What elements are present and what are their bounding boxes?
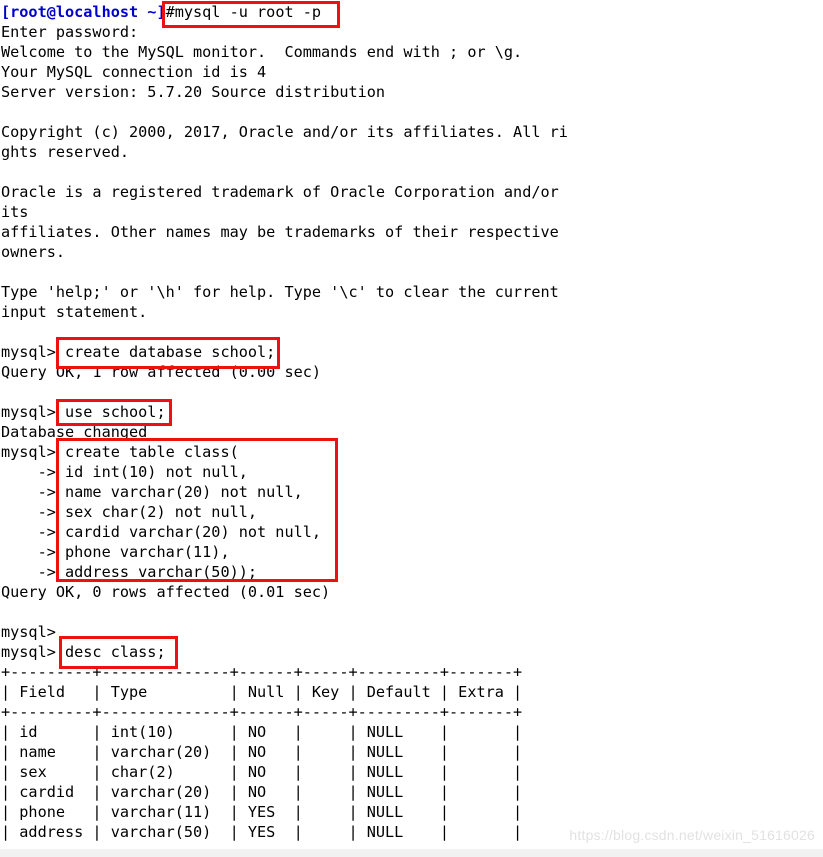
shell-prompt-line: [root@localhost ~]#mysql -u root -p <box>1 2 823 22</box>
output-line: input statement. <box>1 303 148 321</box>
output-line-blank <box>1 322 823 342</box>
table-row: | cardid | varchar(20) | NO | | NULL | | <box>1 783 523 801</box>
output-line: ghts reserved. <box>1 143 130 161</box>
output-line-blank <box>1 162 823 182</box>
output-line: Database changed <box>1 423 148 441</box>
output-line: owners. <box>1 243 66 261</box>
shell-prompt-label: [root@localhost ~] <box>1 3 166 21</box>
output-line: Welcome to the MySQL monitor. Commands e… <box>1 43 523 61</box>
mysql-continuation-line: -> sex char(2) not null, <box>1 503 258 521</box>
output-line: Type 'help;' or '\h' for help. Type '\c'… <box>1 283 559 301</box>
table-row: | phone | varchar(11) | YES | | NULL | | <box>1 803 523 821</box>
output-line: affiliates. Other names may be trademark… <box>1 223 559 241</box>
mysql-continuation-line: -> name varchar(20) not null, <box>1 483 303 501</box>
mysql-command-line: mysql> desc class; <box>1 643 166 661</box>
mysql-continuation-line: -> address varchar(50)); <box>1 563 258 581</box>
terminal-window[interactable]: [root@localhost ~]#mysql -u root -p Ente… <box>0 0 823 857</box>
output-line: Server version: 5.7.20 Source distributi… <box>1 83 386 101</box>
output-line: Your MySQL connection id is 4 <box>1 63 267 81</box>
bottom-strip <box>0 849 823 857</box>
output-line-blank <box>1 262 823 282</box>
mysql-command-line: mysql> create table class( <box>1 443 239 461</box>
output-line-blank <box>1 602 823 622</box>
output-line: Oracle is a registered trademark of Orac… <box>1 183 559 201</box>
table-row: | sex | char(2) | NO | | NULL | | <box>1 763 523 781</box>
mysql-continuation-line: -> phone varchar(11), <box>1 543 230 561</box>
table-header-row: | Field | Type | Null | Key | Default | … <box>1 683 523 701</box>
output-line: Query OK, 0 rows affected (0.01 sec) <box>1 583 331 601</box>
watermark-text: https://blog.csdn.net/weixin_51616026 <box>569 827 815 843</box>
table-separator: +---------+--------------+------+-----+-… <box>1 663 523 681</box>
output-line: its <box>1 203 29 221</box>
mysql-command-line: mysql> create database school; <box>1 343 276 361</box>
output-line-blank <box>1 382 823 402</box>
table-row: | id | int(10) | NO | | NULL | | <box>1 723 523 741</box>
output-line: Copyright (c) 2000, 2017, Oracle and/or … <box>1 123 568 141</box>
table-row: | name | varchar(20) | NO | | NULL | | <box>1 743 523 761</box>
shell-command-text: #mysql -u root -p <box>165 3 322 21</box>
output-line: Enter password: <box>1 23 139 41</box>
mysql-continuation-line: -> cardid varchar(20) not null, <box>1 523 322 541</box>
output-line-blank <box>1 102 823 122</box>
mysql-continuation-line: -> id int(10) not null, <box>1 463 248 481</box>
mysql-prompt-line: mysql> <box>1 623 56 641</box>
mysql-command-line: mysql> use school; <box>1 403 166 421</box>
output-line: Query OK, 1 row affected (0.00 sec) <box>1 363 322 381</box>
table-separator: +---------+--------------+------+-----+-… <box>1 703 523 721</box>
